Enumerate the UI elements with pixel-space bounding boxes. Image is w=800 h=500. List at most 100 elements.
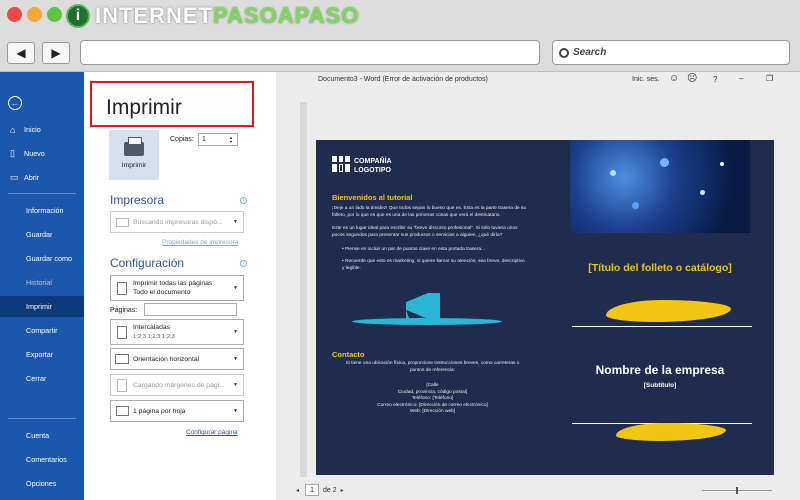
sidebar-item-label: Inicio xyxy=(24,125,41,134)
margins-select[interactable]: Cargando márgenes de pági... ▼ xyxy=(110,374,244,396)
close-window-icon[interactable] xyxy=(7,7,22,22)
restore-icon[interactable]: ❐ xyxy=(766,74,773,83)
sign-in-link[interactable]: Inic. ses. xyxy=(632,76,660,83)
print-scope-line2: Todo el documento xyxy=(133,289,191,296)
divider-line xyxy=(572,326,752,327)
landscape-icon xyxy=(115,354,129,364)
printer-select[interactable]: Buscando impresoras dispo... ▼ xyxy=(110,211,244,233)
pages-icon xyxy=(117,281,127,295)
sidebar-item-label: Abrir xyxy=(24,173,40,182)
welcome-heading: Bienvenidos al tutorial xyxy=(332,193,413,202)
search-input[interactable]: Search xyxy=(552,40,790,65)
brochure-paragraph-2: Este es un lugar ideal para escribir su … xyxy=(332,226,518,238)
copies-label: Copias: xyxy=(170,136,194,143)
brochure-logo-icon xyxy=(332,156,350,172)
current-page-input[interactable]: 1 xyxy=(305,484,320,496)
window-title-bar: Documento3 - Word (Error de activación d… xyxy=(276,72,800,89)
printer-properties-link[interactable]: Propiedades de impresora xyxy=(162,239,238,246)
sidebar-item-abrir[interactable]: ▭ Abrir xyxy=(0,167,84,188)
brochure-page: COMPAÑÍA LOGOTIPO Bienvenidos al tutoria… xyxy=(316,140,774,475)
printer-header: Impresora xyxy=(110,193,165,207)
prev-page-icon[interactable]: ◂ xyxy=(296,487,299,494)
print-button[interactable]: Imprimir xyxy=(109,130,159,180)
sidebar-item-inicio[interactable]: ⌂ Inicio xyxy=(0,119,84,140)
margins-value: Cargando márgenes de pági... xyxy=(133,381,225,389)
sidebar-item-compartir[interactable]: Compartir xyxy=(0,320,84,341)
logo-text-part1: INTERNET xyxy=(95,3,213,28)
printer-small-icon xyxy=(115,217,129,227)
chevron-down-icon: ▼ xyxy=(233,329,238,335)
pages-per-sheet-value: 1 página por hoja xyxy=(133,407,186,415)
zoom-slider[interactable] xyxy=(701,486,772,494)
sidebar-item-historial[interactable]: Historial xyxy=(0,272,84,293)
sidebar-item-opciones[interactable]: Opciones xyxy=(0,473,84,494)
sidebar-item-informacion[interactable]: Información xyxy=(0,200,84,221)
bokeh-image xyxy=(570,140,750,233)
browser-chrome: i INTERNETPASOAPASO ◀ ▶ Search xyxy=(0,0,800,72)
sidebar-item-exportar[interactable]: Exportar xyxy=(0,344,84,365)
open-folder-icon: ▭ xyxy=(10,172,19,182)
zoom-slider-thumb[interactable] xyxy=(735,486,738,494)
settings-header: Configuración xyxy=(110,256,185,270)
search-icon xyxy=(559,47,569,58)
pages-per-sheet-select[interactable]: 1 página por hoja ▼ xyxy=(110,400,244,422)
sidebar-item-cuenta[interactable]: Cuenta xyxy=(0,425,84,446)
sidebar-item-comentarios[interactable]: Comentarios xyxy=(0,449,84,470)
teal-brush-stroke xyxy=(352,318,502,325)
info-icon[interactable]: i xyxy=(240,260,247,267)
copies-stepper[interactable]: 1 ▲ ▼ xyxy=(198,133,238,146)
sidebar-item-imprimir[interactable]: Imprimir xyxy=(0,296,84,317)
minimize-icon[interactable]: – xyxy=(739,74,743,83)
minimize-window-icon[interactable] xyxy=(27,7,42,22)
help-icon[interactable]: ? xyxy=(713,75,717,84)
collate-icon xyxy=(117,325,127,339)
sheet-icon xyxy=(115,406,129,416)
page-setup-link[interactable]: Configurar página xyxy=(186,429,238,436)
yellow-splash-bottom xyxy=(616,423,726,441)
print-scope-select[interactable]: Imprimir todas las páginas Todo el docume… xyxy=(110,275,244,301)
brochure-paragraph-1: ¡Deje a un lado la timidez! Que todos se… xyxy=(332,206,527,218)
info-icon[interactable]: i xyxy=(240,197,247,204)
company-name: Nombre de la empresa xyxy=(595,363,725,377)
contact-address: [Calle Ciudad, provincia, código postal]… xyxy=(340,383,525,416)
arrow-left-icon: ◀ xyxy=(16,46,26,60)
stepper-arrows-icon[interactable]: ▲ ▼ xyxy=(229,136,237,145)
address-line: [Calle xyxy=(426,383,439,388)
print-scope-line1: Imprimir todas las páginas xyxy=(133,280,213,287)
chevron-down-icon: ▼ xyxy=(233,285,238,291)
brochure-subtitle: [Subtítulo] xyxy=(643,382,677,389)
address-line: Teléfono: [Teléfono] xyxy=(411,396,454,402)
printer-icon xyxy=(124,136,144,156)
forward-button[interactable]: ▶ xyxy=(42,42,70,64)
brochure-bullet-1: • Piense en incluir un par de puntos cla… xyxy=(342,247,486,252)
backstage-back-button[interactable]: ← xyxy=(8,96,22,110)
printer-value: Buscando impresoras dispo... xyxy=(133,218,223,226)
chevron-down-icon: ▼ xyxy=(233,219,238,225)
sidebar-item-guardar[interactable]: Guardar xyxy=(0,224,84,245)
home-icon: ⌂ xyxy=(10,124,16,135)
logo-mark-icon: i xyxy=(66,4,90,28)
bullet-1-text: Piense en incluir un par de puntos clave… xyxy=(345,247,486,252)
copies-value: 1 xyxy=(202,136,206,143)
collation-select[interactable]: Intercaladas 1;2;3 1;2;3 1;2;3 ▼ xyxy=(110,319,244,345)
arrow-right-icon: ▶ xyxy=(51,46,61,60)
smile-icon[interactable]: ☺ xyxy=(669,73,679,84)
pages-input[interactable] xyxy=(144,303,237,316)
frown-icon[interactable]: ☹ xyxy=(687,73,697,84)
sidebar-divider xyxy=(8,193,76,194)
contact-heading: Contacto xyxy=(332,350,365,359)
next-page-icon[interactable]: ▸ xyxy=(341,487,344,494)
orientation-select[interactable]: Orientación horizontal ▼ xyxy=(110,348,244,370)
back-button[interactable]: ◀ xyxy=(7,42,35,64)
sidebar-item-cerrar[interactable]: Cerrar xyxy=(0,368,84,389)
megaphone-icon xyxy=(406,293,440,319)
orientation-value: Orientación horizontal xyxy=(133,355,200,363)
maximize-window-icon[interactable] xyxy=(47,7,62,22)
sidebar-divider xyxy=(8,418,76,419)
sidebar-item-guardar-como[interactable]: Guardar como xyxy=(0,248,84,269)
sidebar-item-nuevo[interactable]: ▯ Nuevo xyxy=(0,143,84,164)
address-bar[interactable] xyxy=(80,40,540,65)
backstage-sidebar: ← ⌂ Inicio ▯ Nuevo ▭ Abrir Información Guar… xyxy=(0,72,84,500)
page-title: Imprimir xyxy=(90,81,254,127)
site-logo: i INTERNETPASOAPASO xyxy=(66,3,359,29)
